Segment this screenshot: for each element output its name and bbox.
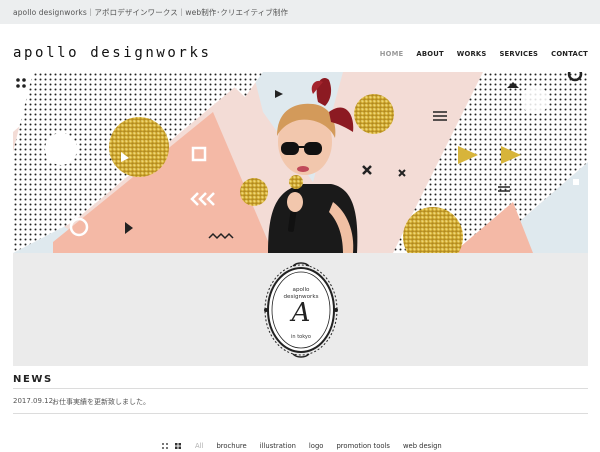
hero-artwork — [13, 72, 588, 253]
grid-small-icon[interactable] — [162, 443, 168, 449]
brand-emblem: apollo designworks A in tokyo — [263, 262, 339, 358]
top-bar: apollo designworks｜アポロデザインワークス｜web制作･クリエ… — [0, 0, 600, 24]
nav-services[interactable]: SERVICES — [499, 50, 538, 58]
news-date: 2017.09.12 — [13, 397, 54, 405]
site-logo[interactable]: apollo designworks — [13, 45, 212, 61]
filter-logo[interactable]: logo — [309, 442, 324, 450]
site-tagline: apollo designworks｜アポロデザインワークス｜web制作･クリエ… — [13, 8, 289, 17]
emblem-location: in tokyo — [291, 334, 311, 340]
nav-works[interactable]: WORKS — [457, 50, 487, 58]
hero-banner — [13, 72, 588, 253]
filter-illustration[interactable]: illustration — [260, 442, 296, 450]
works-filter-bar: All brochure illustration logo promotion… — [162, 441, 455, 451]
main-nav: HOME ABOUT WORKS SERVICES CONTACT — [367, 50, 588, 58]
filter-promotion-tools[interactable]: promotion tools — [336, 442, 390, 450]
grid-large-icon[interactable] — [175, 443, 181, 449]
filter-brochure[interactable]: brochure — [216, 442, 246, 450]
news-item-link[interactable]: お仕事実績を更新致しました。 — [52, 397, 150, 407]
emblem-line1: apollo — [292, 287, 310, 293]
news-divider-bottom — [13, 413, 588, 414]
nav-home[interactable]: HOME — [380, 50, 404, 58]
filter-web-design[interactable]: web design — [403, 442, 442, 450]
emblem-section: apollo designworks A in tokyo — [13, 253, 588, 366]
news-divider — [13, 388, 588, 389]
nav-about[interactable]: ABOUT — [416, 50, 443, 58]
nav-contact[interactable]: CONTACT — [551, 50, 588, 58]
filter-all[interactable]: All — [195, 442, 203, 450]
news-heading: NEWS — [13, 374, 53, 385]
emblem-monogram: A — [291, 298, 311, 328]
